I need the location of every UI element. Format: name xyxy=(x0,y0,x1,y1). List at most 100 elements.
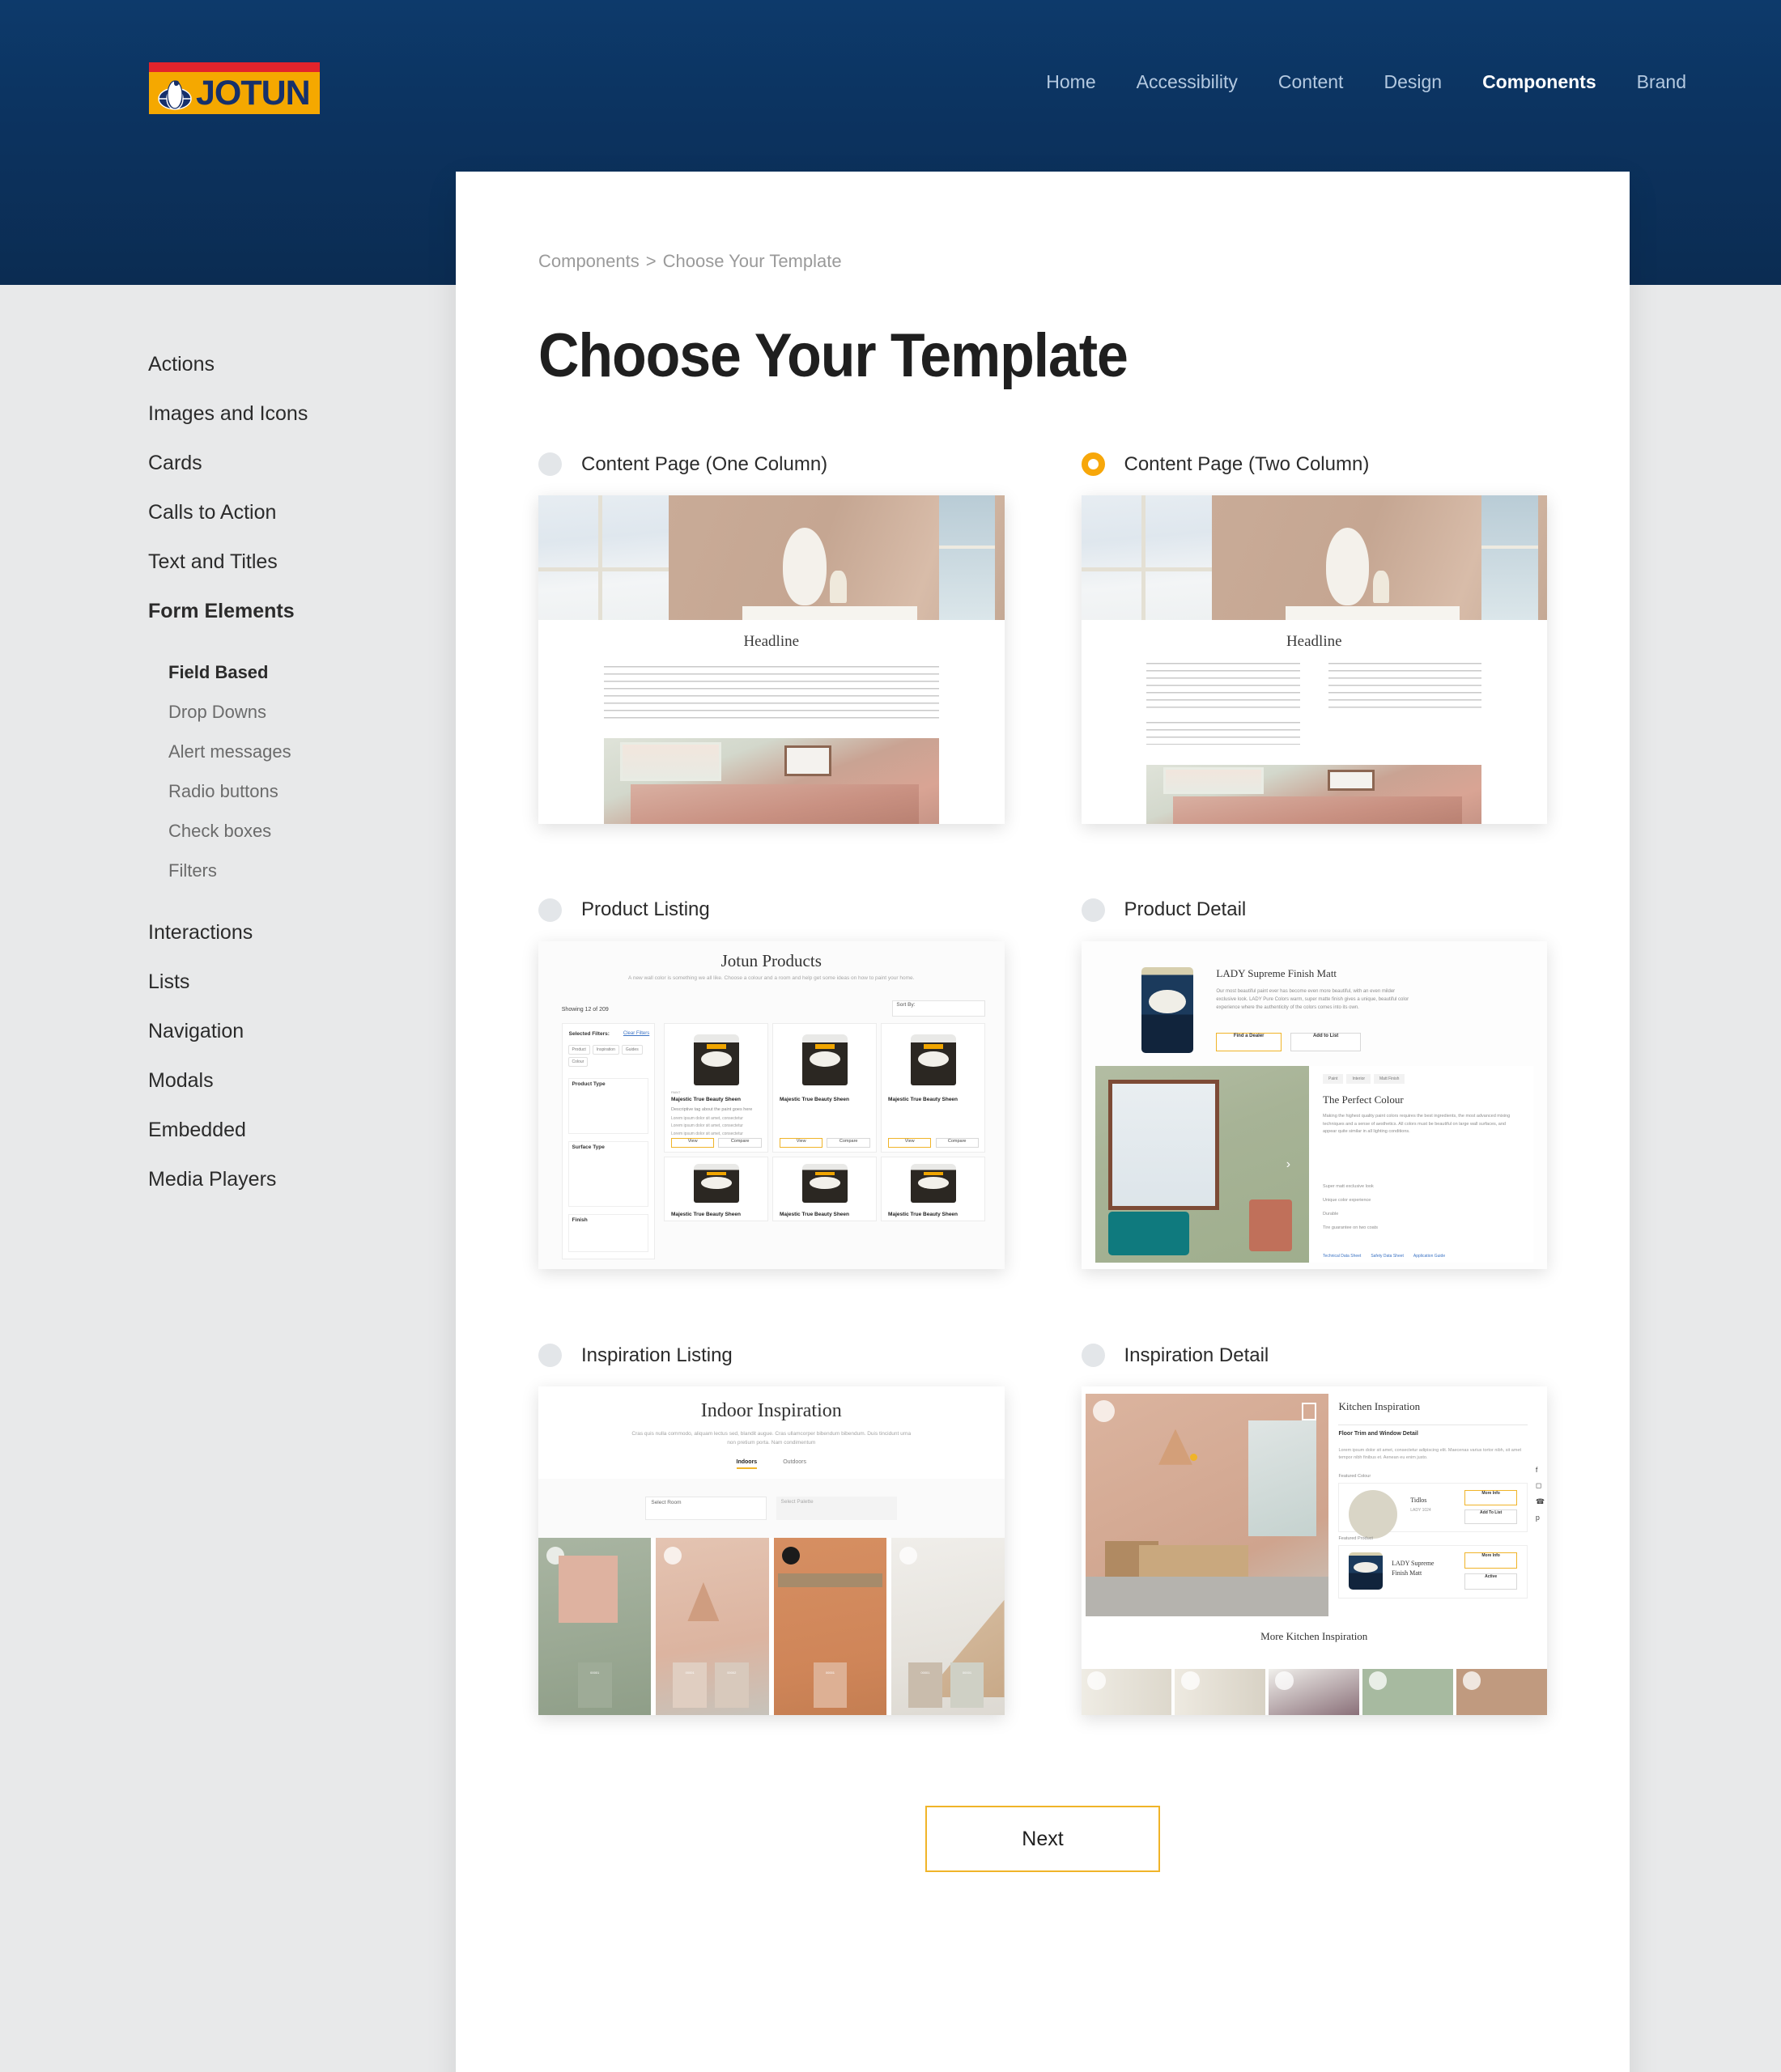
sidebar-item-cards[interactable]: Cards xyxy=(0,439,456,488)
preview-il-select-palette[interactable]: Select Palette xyxy=(776,1496,898,1521)
product-card[interactable]: Majestic True Beauty Sheen xyxy=(664,1157,769,1222)
radio-content-one-column[interactable] xyxy=(538,452,562,476)
product-compare-button[interactable]: Compare xyxy=(718,1137,762,1149)
carousel-next-icon[interactable]: › xyxy=(1286,1157,1290,1172)
product-card[interactable]: Majestic True Beauty Sheen xyxy=(881,1157,986,1222)
product-more-info-button[interactable]: More Info xyxy=(1464,1552,1517,1569)
tab-indoors[interactable]: Indoors xyxy=(736,1459,758,1469)
colour-add-to-list-button[interactable]: Add To List xyxy=(1464,1509,1517,1525)
colour-more-info-button[interactable]: More Info xyxy=(1464,1490,1517,1505)
heart-icon[interactable] xyxy=(899,1547,918,1565)
radio-product-detail[interactable] xyxy=(1081,898,1105,922)
option-label-row[interactable]: Content Page (Two Column) xyxy=(1081,452,1548,476)
whatsapp-icon[interactable]: ☎ xyxy=(1536,1497,1545,1506)
breadcrumb-parent[interactable]: Components xyxy=(538,251,640,271)
product-active-button[interactable]: Active xyxy=(1464,1573,1517,1590)
preview-pl-clear-filters[interactable]: Clear Filters xyxy=(623,1031,649,1036)
preview-pd-add-to-list-button[interactable]: Add to List xyxy=(1290,1033,1361,1051)
option-label-row[interactable]: Product Detail xyxy=(1081,898,1548,922)
sidebar-item-form-elements[interactable]: Form Elements xyxy=(0,587,456,636)
inspiration-tile[interactable]: 00001 xyxy=(773,1538,887,1716)
option-label-row[interactable]: Inspiration Listing xyxy=(538,1344,1005,1368)
option-label-row[interactable]: Content Page (One Column) xyxy=(538,452,1005,476)
nav-item-accessibility[interactable]: Accessibility xyxy=(1116,71,1258,93)
hotspot-dot[interactable] xyxy=(1189,1454,1197,1461)
product-compare-button[interactable]: Compare xyxy=(827,1137,870,1149)
product-compare-button[interactable]: Compare xyxy=(935,1137,979,1149)
tab-outdoors[interactable]: Outdoors xyxy=(783,1459,806,1469)
option-label-row[interactable]: Product Listing xyxy=(538,898,1005,922)
template-option-inspiration-listing[interactable]: Inspiration Listing Indoor Inspiration C… xyxy=(538,1344,1005,1716)
more-tile[interactable] xyxy=(1456,1669,1547,1716)
radio-inspiration-listing[interactable] xyxy=(538,1344,562,1368)
inspiration-tile[interactable]: 00001 00002 xyxy=(656,1538,769,1716)
instagram-icon[interactable]: ◻ xyxy=(1536,1481,1545,1490)
option-label-row[interactable]: Inspiration Detail xyxy=(1081,1344,1548,1368)
heart-icon[interactable] xyxy=(1093,1399,1116,1422)
sidebar-item-navigation[interactable]: Navigation xyxy=(0,1007,456,1056)
preview-inspiration-detail[interactable]: Kitchen Inspiration Floor Trim and Windo… xyxy=(1081,1386,1547,1716)
sidebar-subitem-alert-messages[interactable]: Alert messages xyxy=(0,732,456,771)
heart-icon[interactable] xyxy=(664,1547,682,1565)
product-card[interactable]: Majestic True Beauty Sheen xyxy=(772,1157,878,1222)
filter-chip[interactable]: Guides xyxy=(621,1045,643,1055)
sidebar-item-calls-to-action[interactable]: Calls to Action xyxy=(0,488,456,537)
pd-link[interactable]: Safety Data Sheet xyxy=(1371,1254,1404,1259)
filter-chip[interactable]: Inspiration xyxy=(592,1045,619,1055)
inspiration-tile[interactable]: 00001 xyxy=(538,1538,652,1716)
sidebar-subitem-field-based[interactable]: Field Based xyxy=(0,652,456,692)
more-tile[interactable] xyxy=(1362,1669,1454,1716)
preview-product-listing[interactable]: Jotun Products A new wall color is somet… xyxy=(538,940,1005,1270)
sidebar-item-images-and-icons[interactable]: Images and Icons xyxy=(0,389,456,439)
heart-icon-filled[interactable] xyxy=(781,1547,800,1565)
pd-link[interactable]: Application Guide xyxy=(1413,1254,1445,1259)
sidebar-subitem-check-boxes[interactable]: Check boxes xyxy=(0,811,456,851)
sidebar-item-text-and-titles[interactable]: Text and Titles xyxy=(0,537,456,587)
nav-item-design[interactable]: Design xyxy=(1363,71,1462,93)
pinterest-icon[interactable]: p xyxy=(1536,1514,1545,1522)
filter-chip[interactable]: Product xyxy=(567,1045,590,1055)
nav-item-brand[interactable]: Brand xyxy=(1617,71,1707,93)
radio-inspiration-detail[interactable] xyxy=(1081,1344,1105,1368)
pd-link[interactable]: Technical Data Sheet xyxy=(1323,1254,1361,1259)
jotun-logo[interactable]: JOTUN xyxy=(148,62,321,115)
template-option-content-one-column[interactable]: Content Page (One Column) Headline xyxy=(538,452,1005,824)
product-view-button[interactable]: View xyxy=(888,1137,932,1149)
sidebar-item-actions[interactable]: Actions xyxy=(0,340,456,389)
product-view-button[interactable]: View xyxy=(780,1137,823,1149)
sidebar-item-media-players[interactable]: Media Players xyxy=(0,1155,456,1204)
product-card[interactable]: Majestic True Beauty Sheen View Compare xyxy=(772,1023,878,1153)
product-view-button[interactable]: View xyxy=(670,1137,715,1149)
more-tile[interactable] xyxy=(1081,1669,1172,1716)
sidebar-item-interactions[interactable]: Interactions xyxy=(0,908,456,957)
preview-content-one-column[interactable]: Headline xyxy=(538,495,1005,824)
preview-pl-sort-select[interactable]: Sort By: xyxy=(892,1000,986,1017)
sidebar-item-embedded[interactable]: Embedded xyxy=(0,1106,456,1155)
template-option-product-detail[interactable]: Product Detail LADY Supreme Finish Matt … xyxy=(1081,898,1548,1270)
template-option-content-two-column[interactable]: Content Page (Two Column) Headline xyxy=(1081,452,1548,824)
radio-product-listing[interactable] xyxy=(538,898,562,922)
product-card[interactable]: PAINT Majestic True Beauty Sheen Descrip… xyxy=(664,1023,769,1153)
template-option-inspiration-detail[interactable]: Inspiration Detail Kitchen Inspiration F… xyxy=(1081,1344,1548,1716)
template-option-product-listing[interactable]: Product Listing Jotun Products A new wal… xyxy=(538,898,1005,1270)
expand-icon[interactable] xyxy=(1301,1402,1316,1420)
sidebar-subitem-radio-buttons[interactable]: Radio buttons xyxy=(0,771,456,811)
filter-chip[interactable]: Colour xyxy=(567,1057,589,1068)
preview-content-two-column[interactable]: Headline xyxy=(1081,495,1547,824)
preview-inspiration-listing[interactable]: Indoor Inspiration Cras quis nulla commo… xyxy=(538,1386,1005,1716)
preview-product-detail[interactable]: LADY Supreme Finish Matt Our most beauti… xyxy=(1081,940,1547,1270)
more-tile[interactable] xyxy=(1269,1669,1360,1716)
sidebar-subitem-filters[interactable]: Filters xyxy=(0,851,456,890)
next-button[interactable]: Next xyxy=(925,1806,1160,1873)
nav-item-components[interactable]: Components xyxy=(1462,71,1617,93)
inspiration-tile[interactable]: 00001 00001 xyxy=(891,1538,1005,1716)
nav-item-home[interactable]: Home xyxy=(1026,71,1116,93)
sidebar-item-lists[interactable]: Lists xyxy=(0,957,456,1007)
preview-pd-find-dealer-button[interactable]: Find a Dealer xyxy=(1216,1033,1282,1051)
sidebar-item-modals[interactable]: Modals xyxy=(0,1056,456,1106)
more-tile[interactable] xyxy=(1175,1669,1266,1716)
facebook-icon[interactable]: f xyxy=(1536,1466,1545,1474)
sidebar-subitem-drop-downs[interactable]: Drop Downs xyxy=(0,692,456,732)
radio-content-two-column[interactable] xyxy=(1081,452,1105,476)
nav-item-content[interactable]: Content xyxy=(1258,71,1364,93)
